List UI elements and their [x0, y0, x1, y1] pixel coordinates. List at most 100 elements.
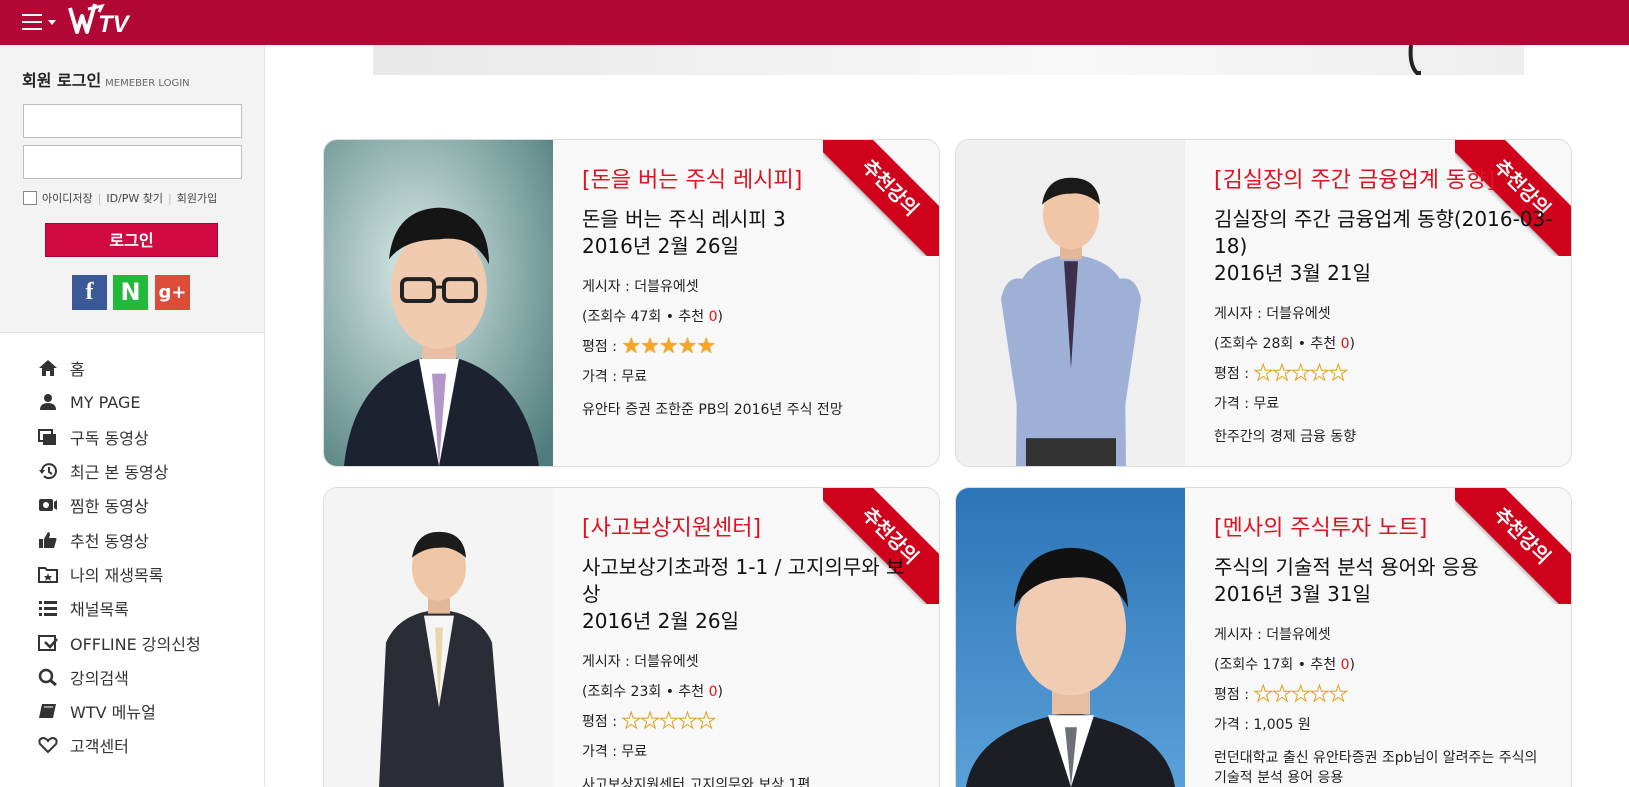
star-empty-icon: ★: [1290, 682, 1311, 707]
card-category[interactable]: [멘사의 주식투자 노트]: [1214, 510, 1554, 542]
card-title[interactable]: 사고보상기초과정 1-1 / 고지의무와 보상: [582, 554, 922, 608]
password-input[interactable]: [23, 145, 242, 179]
nav-item-support[interactable]: 고객센터: [38, 728, 258, 762]
card-poster: 게시자 : 더블유에셋: [1214, 627, 1331, 643]
side-nav: 홈 MY PAGE 구독 동영상 최근 본 동영상 찜한 동영상 추천 동영상 …: [38, 351, 258, 763]
card-title[interactable]: 김실장의 주간 금융업계 동향(2016-03-18): [1214, 206, 1554, 260]
star-empty-icon: ★: [1272, 682, 1293, 707]
nav-item-subscribed[interactable]: 구독 동영상: [38, 420, 258, 454]
find-account-link[interactable]: ID/PW 찾기: [106, 190, 163, 206]
star-filled-icon: ★: [621, 334, 641, 359]
list-icon: [39, 601, 57, 617]
facebook-icon[interactable]: f: [72, 275, 107, 310]
star-filled-icon: ★: [658, 334, 679, 359]
save-id-label[interactable]: 아이디저장: [42, 190, 93, 206]
card-poster: 게시자 : 더블유에셋: [582, 279, 699, 295]
star-empty-icon: ★: [1253, 361, 1274, 386]
star-empty-icon: ★: [1253, 682, 1274, 707]
lecturer-photo: [324, 140, 553, 466]
card-date: 2016년 2월 26일: [582, 609, 739, 633]
rating-stars: ★★★★★: [1253, 682, 1349, 707]
star-empty-icon: ★: [1309, 682, 1330, 707]
nav-label: 최근 본 동영상: [70, 463, 169, 483]
offline-register-icon: [38, 634, 58, 651]
star-empty-icon: ★: [677, 709, 698, 734]
playlist-folder-icon: [38, 566, 58, 583]
save-id-checkbox[interactable]: [23, 191, 37, 205]
wtv-logo[interactable]: TV: [68, 0, 138, 40]
card-stats: (조회수 17회 • 추천 0): [1214, 657, 1356, 673]
nav-item-mypage[interactable]: MY PAGE: [38, 385, 258, 419]
card-category[interactable]: [김실장의 주간 금융업계 동향]: [1214, 162, 1554, 194]
nav-item-search[interactable]: 강의검색: [38, 660, 258, 694]
card-stats: (조회수 28회 • 추천 0): [1214, 336, 1356, 352]
star-empty-icon: ★: [1328, 361, 1349, 386]
user-icon: [40, 394, 56, 411]
star-empty-icon: ★: [696, 709, 717, 734]
card-price: 가격 : 무료: [1214, 396, 1280, 412]
video-card[interactable]: 추천강의 [멘사의 주식투자 노트] 주식의 기술적 분석 용어와 응용 201…: [955, 487, 1572, 787]
card-rating: 평점 : ★★★★★: [1214, 361, 1349, 386]
card-rating: 평점 : ★★★★★: [1214, 682, 1349, 707]
star-filled-icon: ★: [696, 334, 716, 359]
star-empty-icon: ★: [640, 709, 661, 734]
card-date: 2016년 3월 31일: [1214, 582, 1371, 606]
card-title[interactable]: 주식의 기술적 분석 용어와 응용: [1214, 554, 1554, 581]
card-price: 가격 : 1,005 원: [1214, 717, 1311, 733]
favorite-video-icon: [39, 499, 57, 512]
id-input[interactable]: [23, 104, 242, 138]
nav-label: 나의 재생목록: [70, 565, 164, 585]
login-subtitle: MEMEBER LOGIN: [105, 78, 190, 89]
login-panel: 회원 로그인 MEMEBER LOGIN 아이디저장 | ID/PW 찾기 | 회…: [0, 45, 264, 333]
video-card[interactable]: 추천강의 [사고보상지원센터] 사고보상기초과정 1-1 / 고지의무와 보상 …: [323, 487, 940, 787]
nav-label: 고객센터: [70, 737, 129, 757]
search-icon: [38, 668, 57, 686]
thumbs-up-icon: [39, 531, 57, 548]
menu-button[interactable]: [20, 11, 60, 35]
nav-item-playlist[interactable]: 나의 재생목록: [38, 557, 258, 591]
star-empty-icon: ★: [621, 709, 642, 734]
star-empty-icon: ★: [658, 709, 679, 734]
google-plus-icon[interactable]: g+: [155, 275, 190, 310]
video-card[interactable]: 추천강의 [돈을 버는 주식 레시피] 돈을 버는 주식 레시피 3 2016년…: [323, 139, 940, 467]
nav-label: 강의검색: [70, 668, 129, 688]
rating-stars: ★★★★★: [621, 334, 716, 359]
card-stats: (조회수 23회 • 추천 0): [582, 684, 724, 700]
join-link[interactable]: 회원가입: [177, 190, 217, 206]
card-date: 2016년 3월 21일: [1214, 261, 1371, 285]
naver-icon[interactable]: N: [113, 275, 148, 310]
nav-item-wishlist[interactable]: 찜한 동영상: [38, 488, 258, 522]
nav-item-home[interactable]: 홈: [38, 351, 258, 385]
card-stats: (조회수 47회 • 추천 0): [582, 309, 724, 325]
star-filled-icon: ★: [677, 334, 698, 359]
star-empty-icon: ★: [1272, 361, 1293, 386]
heart-icon: [38, 737, 58, 754]
login-button[interactable]: 로그인: [45, 223, 218, 257]
nav-label: 추천 동영상: [70, 531, 149, 551]
card-price: 가격 : 무료: [582, 744, 648, 760]
card-description: 사고보상지원센터 고지의무와 보상 1편: [582, 777, 811, 787]
nav-item-recent[interactable]: 최근 본 동영상: [38, 454, 258, 488]
login-title: 회원 로그인 MEMEBER LOGIN: [22, 71, 190, 90]
star-empty-icon: ★: [1290, 361, 1311, 386]
nav-item-offline[interactable]: OFFLINE 강의신청: [38, 625, 258, 659]
nav-item-channels[interactable]: 채널목록: [38, 591, 258, 625]
login-options: 아이디저장 | ID/PW 찾기 | 회원가입: [23, 190, 217, 206]
banner-graphic: [1408, 45, 1421, 75]
video-card[interactable]: 추천강의 [김실장의 주간 금융업계 동향] 김실장의 주간 금융업계 동향(2…: [955, 139, 1572, 467]
nav-item-manual[interactable]: WTV 메뉴얼: [38, 694, 258, 728]
nav-item-recommended[interactable]: 추천 동영상: [38, 522, 258, 556]
card-date: 2016년 2월 26일: [582, 234, 739, 258]
card-category[interactable]: [사고보상지원센터]: [582, 510, 922, 542]
star-empty-icon: ★: [1328, 682, 1349, 707]
top-bar: TV: [0, 0, 1629, 45]
lecturer-photo: [956, 488, 1185, 787]
sidebar: 회원 로그인 MEMEBER LOGIN 아이디저장 | ID/PW 찾기 | 회…: [0, 45, 265, 786]
top-banner[interactable]: [373, 45, 1524, 75]
nav-label: WTV 메뉴얼: [70, 703, 156, 723]
card-title[interactable]: 돈을 버는 주식 레시피 3: [582, 206, 922, 233]
rating-stars: ★★★★★: [1253, 361, 1349, 386]
hamburger-icon: [22, 14, 42, 30]
card-category[interactable]: [돈을 버는 주식 레시피]: [582, 162, 922, 194]
star-filled-icon: ★: [640, 334, 660, 359]
